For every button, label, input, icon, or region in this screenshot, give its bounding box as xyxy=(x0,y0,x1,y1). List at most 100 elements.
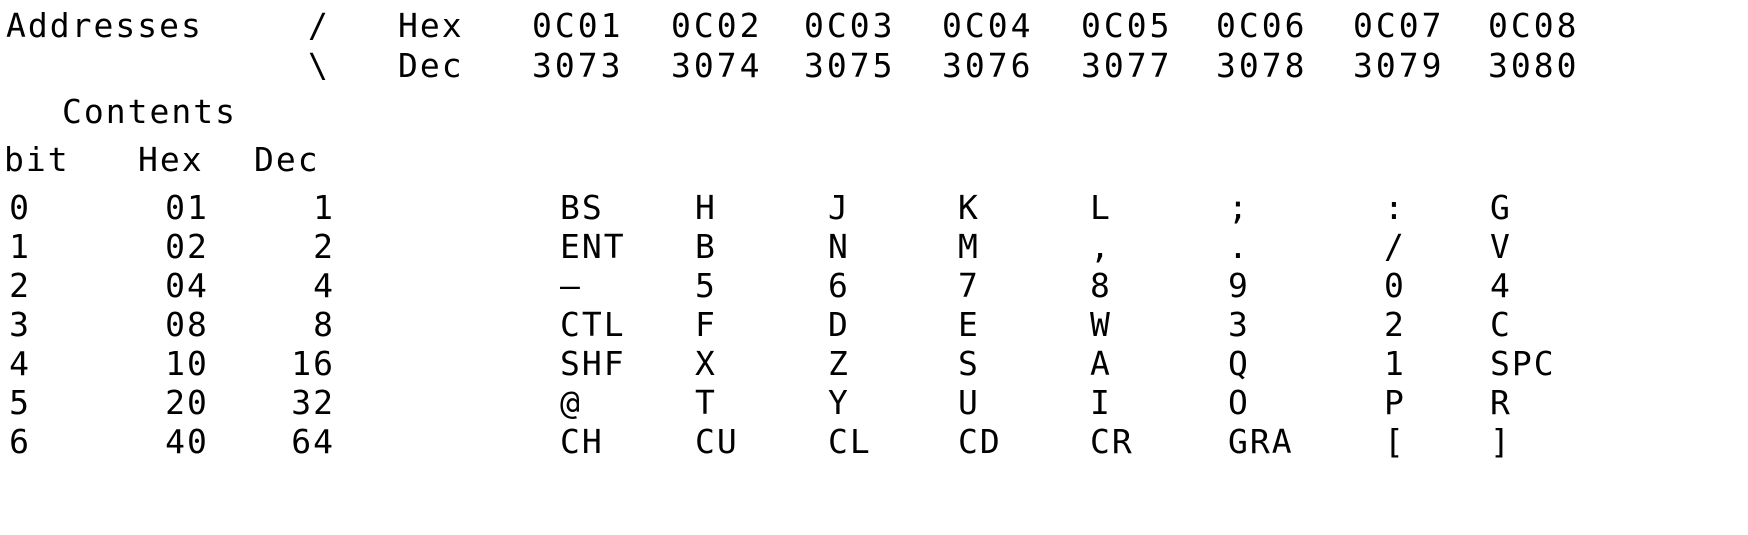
bit-value: 2 xyxy=(9,266,31,305)
bit-value: 4 xyxy=(9,344,31,383)
key-cell: CU xyxy=(695,422,739,461)
key-cell: 4 xyxy=(1490,266,1512,305)
dec-value: 1 xyxy=(313,188,335,227)
hex-address: 0C03 xyxy=(804,6,896,45)
key-cell: J xyxy=(828,188,850,227)
dec-value: 4 xyxy=(313,266,335,305)
key-cell: 9 xyxy=(1228,266,1250,305)
dec-address: 3073 xyxy=(532,46,624,85)
key-cell: X xyxy=(695,344,717,383)
key-cell: ] xyxy=(1490,422,1512,461)
key-cell: : xyxy=(1384,188,1406,227)
key-cell: T xyxy=(695,383,717,422)
hex-address: 0C07 xyxy=(1353,6,1445,45)
key-cell: CL xyxy=(828,422,872,461)
dec-value: 16 xyxy=(291,344,335,383)
hex-value: 20 xyxy=(165,383,209,422)
hex-value: 40 xyxy=(165,422,209,461)
bit-value: 1 xyxy=(9,227,31,266)
key-cell: G xyxy=(1490,188,1512,227)
key-cell: [ xyxy=(1384,422,1406,461)
key-cell: / xyxy=(1384,227,1406,266)
key-cell: Y xyxy=(828,383,850,422)
hex-address: 0C01 xyxy=(532,6,624,45)
dec-value: 64 xyxy=(291,422,335,461)
dec-address: 3076 xyxy=(942,46,1034,85)
backslash-glyph: \ xyxy=(308,46,330,85)
bit-value: 6 xyxy=(9,422,31,461)
column-header-bit: bit xyxy=(4,140,70,179)
key-cell: S xyxy=(958,344,980,383)
key-cell: N xyxy=(828,227,850,266)
key-cell: I xyxy=(1090,383,1112,422)
key-cell: A xyxy=(1090,344,1112,383)
key-cell: ; xyxy=(1228,188,1250,227)
key-cell: CD xyxy=(958,422,1002,461)
dec-value: 32 xyxy=(291,383,335,422)
key-cell: GRA xyxy=(1228,422,1294,461)
bit-value: 5 xyxy=(9,383,31,422)
dec-value: 8 xyxy=(313,305,335,344)
key-cell: F xyxy=(695,305,717,344)
hex-value: 10 xyxy=(165,344,209,383)
addresses-label: Addresses xyxy=(6,6,203,45)
dec-address: 3075 xyxy=(804,46,896,85)
key-cell: CTL xyxy=(560,305,626,344)
key-cell: R xyxy=(1490,383,1512,422)
key-cell: SPC xyxy=(1490,344,1556,383)
dec-label: Dec xyxy=(398,46,464,85)
key-cell: K xyxy=(958,188,980,227)
hex-address: 0C08 xyxy=(1488,6,1580,45)
column-header-dec: Dec xyxy=(254,140,320,179)
key-cell: 5 xyxy=(695,266,717,305)
key-cell: U xyxy=(958,383,980,422)
dec-address: 3077 xyxy=(1081,46,1173,85)
key-cell: SHF xyxy=(560,344,626,383)
key-cell: 6 xyxy=(828,266,850,305)
key-cell: M xyxy=(958,227,980,266)
key-cell: D xyxy=(828,305,850,344)
key-cell: ENT xyxy=(560,227,626,266)
key-cell: , xyxy=(1090,227,1112,266)
dec-value: 2 xyxy=(313,227,335,266)
dec-address: 3078 xyxy=(1216,46,1308,85)
key-cell: 2 xyxy=(1384,305,1406,344)
key-cell: O xyxy=(1228,383,1250,422)
hex-value: 04 xyxy=(165,266,209,305)
key-cell: BS xyxy=(560,188,604,227)
key-cell: 3 xyxy=(1228,305,1250,344)
key-cell: 1 xyxy=(1384,344,1406,383)
hex-value: 02 xyxy=(165,227,209,266)
key-cell: 8 xyxy=(1090,266,1112,305)
key-cell: Q xyxy=(1228,344,1250,383)
key-cell: 7 xyxy=(958,266,980,305)
key-cell: E xyxy=(958,305,980,344)
hex-value: 08 xyxy=(165,305,209,344)
key-cell: — xyxy=(560,266,582,305)
hex-label: Hex xyxy=(398,6,464,45)
hex-address: 0C05 xyxy=(1081,6,1173,45)
key-cell: CR xyxy=(1090,422,1134,461)
dec-address: 3080 xyxy=(1488,46,1580,85)
dec-address: 3074 xyxy=(671,46,763,85)
dec-address: 3079 xyxy=(1353,46,1445,85)
key-cell: . xyxy=(1228,227,1250,266)
hex-value: 01 xyxy=(165,188,209,227)
key-cell: V xyxy=(1490,227,1512,266)
key-cell: 0 xyxy=(1384,266,1406,305)
hex-address: 0C02 xyxy=(671,6,763,45)
contents-label: Contents xyxy=(62,92,237,131)
key-cell: H xyxy=(695,188,717,227)
key-cell: B xyxy=(695,227,717,266)
key-cell: L xyxy=(1090,188,1112,227)
keyboard-matrix-page: { "header": { "addresses_label": "Addres… xyxy=(0,0,1748,535)
key-cell: @ xyxy=(560,383,582,422)
slash-glyph: / xyxy=(308,6,330,45)
bit-value: 3 xyxy=(9,305,31,344)
bit-value: 0 xyxy=(9,188,31,227)
key-cell: CH xyxy=(560,422,604,461)
column-header-hex: Hex xyxy=(138,140,204,179)
key-cell: W xyxy=(1090,305,1112,344)
key-cell: C xyxy=(1490,305,1512,344)
key-cell: P xyxy=(1384,383,1406,422)
